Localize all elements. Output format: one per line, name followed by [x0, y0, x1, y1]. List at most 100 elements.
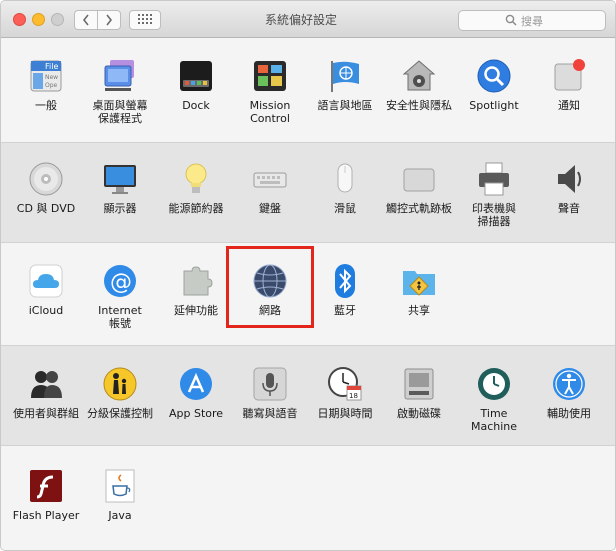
network-highlight-box [226, 246, 314, 328]
spotlight-icon [476, 58, 512, 94]
pane-sharing[interactable]: 共享 [381, 263, 457, 317]
pane-label: CD 與 DVD [16, 202, 76, 215]
window-title: 系統偏好設定 [264, 13, 337, 27]
pane-internet-accounts[interactable]: @ Internet 帳號 [82, 263, 158, 330]
pane-label: 延伸功能 [174, 304, 218, 317]
pane-sound[interactable]: 聲音 [531, 161, 607, 215]
search-placeholder: 搜尋 [521, 15, 543, 28]
pane-general[interactable]: File New Ope 一般 [8, 58, 84, 112]
pane-row-personal: File New Ope 一般 桌面與螢幕 保護程式 Dock Mission … [1, 38, 615, 143]
pane-trackpad[interactable]: 觸控式軌跡板 [381, 161, 457, 215]
pane-label: Dock [182, 99, 210, 112]
trackpad-icon [401, 161, 437, 197]
pane-date-time[interactable]: 18 日期與時間 [307, 366, 383, 420]
forward-button[interactable] [97, 10, 121, 30]
show-all-button[interactable] [129, 10, 161, 30]
chevron-left-icon [82, 14, 89, 26]
pane-label: 分級保護控制 [87, 407, 153, 420]
back-button[interactable] [74, 10, 98, 30]
grid-icon [138, 14, 152, 24]
title-bar: 系統偏好設定 搜尋 [1, 1, 615, 38]
pane-startup-disk[interactable]: 啟動磁碟 [381, 366, 457, 420]
pane-dictation-speech[interactable]: 聽寫與語音 [232, 366, 308, 420]
pane-label: Spotlight [469, 99, 519, 112]
pane-time-machine[interactable]: Time Machine [456, 366, 532, 433]
pane-label: 滑鼠 [334, 202, 356, 215]
pane-spotlight[interactable]: Spotlight [456, 58, 532, 112]
pane-keyboard[interactable]: 鍵盤 [232, 161, 308, 215]
display-icon [102, 161, 138, 197]
svg-text:@: @ [110, 270, 132, 295]
keyboard-icon [252, 161, 288, 197]
pane-notifications[interactable]: 通知 [531, 58, 607, 112]
notifications-icon [551, 58, 587, 94]
pane-icloud[interactable]: iCloud [8, 263, 84, 317]
pane-app-store[interactable]: App Store [158, 366, 234, 420]
search-field[interactable]: 搜尋 [458, 10, 606, 31]
pane-accessibility[interactable]: 輔助使用 [531, 366, 607, 420]
accessibility-icon [551, 366, 587, 402]
flash-icon [28, 468, 64, 504]
dock-icon [178, 58, 214, 94]
svg-text:18: 18 [349, 392, 358, 400]
pane-row-other: Flash Player Java [1, 446, 615, 550]
pane-label: 顯示器 [103, 202, 137, 215]
pane-cd-dvd[interactable]: CD 與 DVD [8, 161, 84, 215]
pane-label: Internet 帳號 [98, 304, 142, 330]
pane-label: 桌面與螢幕 保護程式 [92, 99, 148, 125]
pane-label: 日期與時間 [317, 407, 373, 420]
pane-label: 共享 [408, 304, 430, 317]
pane-label: 能源節約器 [168, 202, 224, 215]
pane-label: 鍵盤 [259, 202, 281, 215]
pane-label: 啟動磁碟 [397, 407, 441, 420]
language-flag-icon [327, 58, 363, 94]
app-store-icon [178, 366, 214, 402]
pane-label: Java [108, 509, 132, 522]
svg-text:New: New [45, 74, 58, 81]
close-window-button[interactable] [13, 13, 26, 26]
pane-label: 聲音 [558, 202, 580, 215]
pane-extensions[interactable]: 延伸功能 [158, 263, 234, 317]
pane-users-groups[interactable]: 使用者與群組 [8, 366, 84, 420]
pane-language-region[interactable]: 語言與地區 [307, 58, 383, 112]
puzzle-icon [178, 263, 214, 299]
pane-security-privacy[interactable]: 安全性與隱私 [381, 58, 457, 112]
microphone-icon [252, 366, 288, 402]
svg-text:File: File [45, 62, 58, 71]
pane-displays[interactable]: 顯示器 [82, 161, 158, 215]
pane-printers-scanners[interactable]: 印表機與 掃描器 [456, 161, 532, 228]
security-house-icon [401, 58, 437, 94]
pane-label: App Store [168, 407, 224, 420]
general-icon: File New Ope [28, 58, 64, 94]
system-preferences-window: 系統偏好設定 搜尋 File New Ope 一般 桌面與螢幕 保護程式 Doc… [0, 0, 616, 551]
pane-label: 使用者與群組 [13, 407, 79, 420]
pane-mission-control[interactable]: Mission Control [232, 58, 308, 125]
pane-label: Time Machine [470, 407, 518, 433]
pane-label: Flash Player [12, 509, 80, 522]
java-icon [102, 468, 138, 504]
search-icon [505, 14, 517, 26]
pane-bluetooth[interactable]: 藍牙 [307, 263, 383, 317]
pane-java[interactable]: Java [82, 468, 158, 522]
pane-dock[interactable]: Dock [158, 58, 234, 112]
pane-label: 聽寫與語音 [242, 407, 298, 420]
pane-label: 觸控式軌跡板 [386, 202, 452, 215]
clock-calendar-icon: 18 [327, 366, 363, 402]
minimize-window-button[interactable] [32, 13, 45, 26]
cd-dvd-icon [28, 161, 64, 197]
mission-control-icon [252, 58, 288, 94]
pane-desktop-screensaver[interactable]: 桌面與螢幕 保護程式 [82, 58, 158, 125]
pane-label: iCloud [28, 304, 64, 317]
pane-parental-controls[interactable]: 分級保護控制 [82, 366, 158, 420]
zoom-window-button[interactable] [51, 13, 64, 26]
pane-energy-saver[interactable]: 能源節約器 [158, 161, 234, 215]
pane-mouse[interactable]: 滑鼠 [307, 161, 383, 215]
lightbulb-icon [178, 161, 214, 197]
pane-label: 藍牙 [334, 304, 356, 317]
mouse-icon [327, 161, 363, 197]
desktop-icon [102, 58, 138, 94]
pane-flash-player[interactable]: Flash Player [8, 468, 84, 522]
pane-label: Mission Control [249, 99, 291, 125]
pane-label: 安全性與隱私 [386, 99, 452, 112]
pane-row-hardware: CD 與 DVD 顯示器 能源節約器 鍵盤 滑鼠 觸控式軌跡板 印表機與 掃描器… [1, 143, 615, 243]
